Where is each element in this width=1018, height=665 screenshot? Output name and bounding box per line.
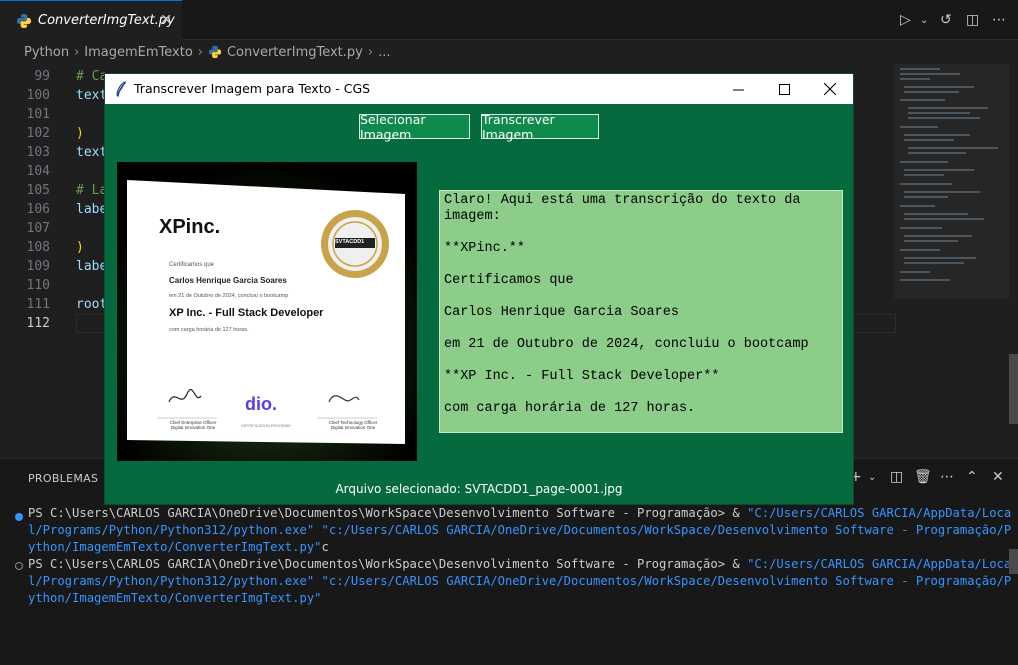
close-panel-icon[interactable]: ✕ (992, 469, 1004, 485)
code-line: ) (76, 126, 84, 141)
code-line: labe (76, 259, 108, 274)
terminal-line: PS C:\Users\CARLOS GARCIA\OneDrive\Docum… (28, 556, 1013, 607)
more-actions-icon[interactable]: ⋯ (940, 469, 954, 485)
run-dropdown-icon[interactable]: ⌄ (920, 15, 928, 26)
line-number: 100 (26, 88, 50, 103)
split-terminal-icon[interactable]: ◫ (890, 469, 903, 485)
certificate-program-caption: CERTIFICATION PROGRAM (241, 424, 291, 428)
terminal-tail: c (321, 540, 329, 554)
breadcrumb-item[interactable]: ImagemEmTexto (84, 45, 193, 60)
seal-code: SVTACDD1 (335, 239, 365, 245)
trash-icon[interactable]: 🗑 (914, 469, 932, 485)
selected-file-label: Arquivo selecionado: SVTACDD1_page-0001.… (335, 482, 623, 496)
transcribe-image-button[interactable]: Transcrever Imagem (481, 112, 599, 142)
line-number: 101 (26, 107, 50, 122)
dio-logo: dio. (245, 394, 277, 414)
line-number: 108 (26, 240, 50, 255)
editor-tab[interactable]: ConverterImgText.py ✕ (0, 0, 182, 40)
breadcrumb-separator-icon: › (367, 44, 374, 60)
command-status-icon[interactable] (15, 562, 23, 570)
close-tab-icon[interactable]: ✕ (160, 12, 172, 28)
close-icon (824, 83, 836, 95)
terminal-prompt: PS C:\Users\CARLOS GARCIA\OneDrive\Docum… (28, 557, 748, 571)
line-number: 103 (26, 145, 50, 160)
certificate-line: com carga horária de 127 horas. (169, 327, 249, 333)
line-number: 107 (26, 221, 50, 236)
editor-tab-bar: ConverterImgText.py ✕ ▷ ⌄ ↺ ◫ ⋯ (0, 0, 1018, 40)
terminal-dropdown-icon[interactable]: ⌄ (868, 472, 876, 483)
image-preview: XPinc. Certificamos que Carlos Henrique … (117, 162, 417, 461)
breadcrumb-item[interactable]: Python (24, 45, 69, 60)
line-number: 106 (26, 202, 50, 217)
certificate-logo: XPinc. (159, 216, 221, 238)
certificate-name: Carlos Henrique Garcia Soares (169, 276, 287, 285)
code-line: ) (76, 240, 84, 255)
editor-tab-label: ConverterImgText.py (38, 13, 175, 28)
line-number: 110 (26, 278, 50, 293)
certificate-course: XP Inc. - Full Stack Developer (169, 307, 324, 319)
certificate-line: em 21 de Outubro de 2024, concluiu o boo… (169, 293, 289, 299)
app-window: Transcrever Imagem para Texto - CGS Sele… (105, 74, 853, 504)
command-status-icon[interactable] (15, 513, 23, 521)
breadcrumb-separator-icon: › (74, 44, 80, 60)
terminal-prompt: PS C:\Users\CARLOS GARCIA\OneDrive\Docum… (28, 506, 748, 520)
code-line: text (76, 145, 108, 160)
code-line: root (76, 297, 108, 312)
select-image-button[interactable]: Selecionar Imagem (359, 112, 470, 142)
breadcrumb-item[interactable]: ... (378, 45, 390, 60)
code-line: # La (76, 183, 108, 198)
line-number: 104 (26, 164, 50, 179)
code-line: labe (76, 202, 108, 217)
breadcrumb-item[interactable]: ConverterImgText.py (227, 45, 363, 60)
breadcrumb-separator-icon: › (197, 44, 203, 60)
code-line: # Ca (76, 69, 108, 84)
line-number: 112 (26, 316, 50, 331)
terminal-scrollbar[interactable] (1009, 549, 1018, 574)
minimize-button[interactable] (715, 74, 761, 104)
minimap[interactable] (894, 64, 1009, 299)
maximize-panel-icon[interactable]: ⌃ (966, 469, 978, 485)
python-file-icon (17, 13, 31, 28)
signature-role: Chief Technology Officer Digital Innovat… (328, 420, 378, 430)
run-icon[interactable]: ▷ (900, 12, 911, 28)
breadcrumb: Python › ImagemEmTexto › ConverterImgTex… (0, 40, 1018, 64)
close-button[interactable] (807, 74, 853, 104)
window-title: Transcrever Imagem para Texto - CGS (134, 81, 371, 96)
tab-problems[interactable]: PROBLEMAS (28, 472, 98, 485)
line-number: 109 (26, 259, 50, 274)
transcription-textbox[interactable]: Claro! Aqui está uma transcrição do text… (439, 190, 843, 433)
certificate-line: Certificamos que (169, 262, 215, 268)
line-number: 102 (26, 126, 50, 141)
line-number: 99 (34, 69, 50, 84)
history-icon[interactable]: ↺ (940, 12, 952, 28)
python-file-icon (208, 45, 222, 59)
more-actions-icon[interactable]: ⋯ (992, 12, 1006, 28)
editor-scrollbar[interactable] (1009, 354, 1018, 424)
maximize-button[interactable] (761, 74, 807, 104)
signature-role: Chief Enterprise Officer Digital Innovat… (169, 420, 217, 430)
line-number: 111 (26, 297, 50, 312)
minimize-icon (732, 89, 744, 90)
split-editor-icon[interactable]: ◫ (966, 12, 979, 28)
code-line: text (76, 88, 108, 103)
terminal-line: PS C:\Users\CARLOS GARCIA\OneDrive\Docum… (28, 505, 1013, 556)
feather-icon (116, 81, 126, 97)
window-titlebar[interactable]: Transcrever Imagem para Texto - CGS (105, 74, 853, 104)
line-number: 105 (26, 183, 50, 198)
maximize-icon (778, 83, 790, 95)
